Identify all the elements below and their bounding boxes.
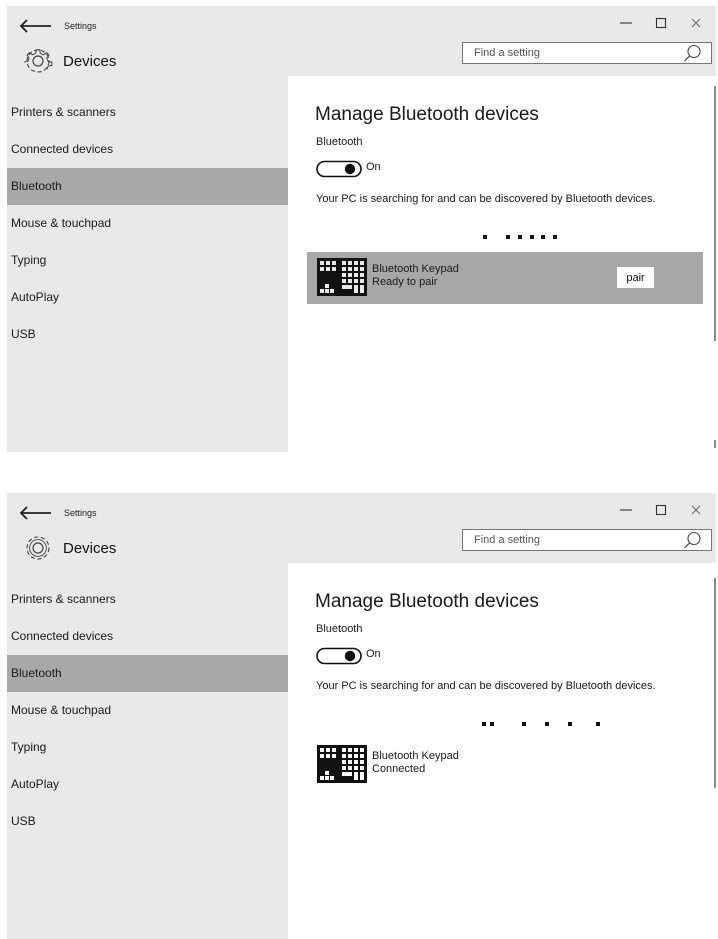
pair-button[interactable]: pair xyxy=(617,267,654,288)
sidebar-item-bluetooth[interactable]: Bluetooth xyxy=(7,655,288,692)
close-button[interactable] xyxy=(682,10,710,36)
window-title: Settings xyxy=(64,21,97,31)
toggle-state-label: On xyxy=(366,648,381,660)
sidebar-item-autoplay[interactable]: AutoPlay xyxy=(7,279,288,316)
sidebar-nav: Printers & scanners Connected devices Bl… xyxy=(7,581,288,840)
sidebar-item-bluetooth[interactable]: Bluetooth xyxy=(7,168,288,205)
close-icon xyxy=(691,18,701,28)
page-title: Manage Bluetooth devices xyxy=(315,591,539,612)
back-button[interactable] xyxy=(13,502,57,524)
sidebar: Settings Devices Printers & scanners Con… xyxy=(7,6,288,452)
sidebar-item-usb[interactable]: USB xyxy=(7,803,288,840)
close-button[interactable] xyxy=(682,497,710,523)
search-icon[interactable] xyxy=(683,44,703,62)
page-title: Manage Bluetooth devices xyxy=(315,104,539,125)
window-controls xyxy=(612,497,710,523)
scrollbar-end xyxy=(714,440,716,448)
device-name: Bluetooth Keypad xyxy=(372,750,459,762)
window-title: Settings xyxy=(64,508,97,518)
discovery-status-text: Your PC is searching for and can be disc… xyxy=(316,680,656,692)
sidebar-item-mouse-touchpad[interactable]: Mouse & touchpad xyxy=(7,205,288,242)
bluetooth-toggle[interactable] xyxy=(316,647,362,665)
sidebar-item-autoplay[interactable]: AutoPlay xyxy=(7,766,288,803)
sidebar-nav: Printers & scanners Connected devices Bl… xyxy=(7,94,288,353)
discovery-status-text: Your PC is searching for and can be disc… xyxy=(316,193,656,205)
search-input[interactable] xyxy=(463,530,686,550)
section-title: Devices xyxy=(63,540,117,557)
sidebar-item-connected-devices[interactable]: Connected devices xyxy=(7,131,288,168)
search-icon[interactable] xyxy=(683,531,703,549)
keypad-icon xyxy=(317,258,367,296)
maximize-icon xyxy=(655,504,667,516)
settings-window-connected: Settings Devices Printers & scanners Con… xyxy=(7,493,716,939)
back-button[interactable] xyxy=(13,15,57,37)
sidebar-item-printers-scanners[interactable]: Printers & scanners xyxy=(7,581,288,618)
device-name: Bluetooth Keypad xyxy=(372,263,459,275)
device-status: Ready to pair xyxy=(372,276,438,288)
sidebar-item-typing[interactable]: Typing xyxy=(7,242,288,279)
minimize-icon xyxy=(620,509,632,511)
close-icon xyxy=(691,505,701,515)
sidebar-item-typing[interactable]: Typing xyxy=(7,729,288,766)
toggle-state-label: On xyxy=(366,161,381,173)
section-title: Devices xyxy=(63,53,117,70)
maximize-icon xyxy=(655,17,667,29)
sidebar-item-connected-devices[interactable]: Connected devices xyxy=(7,618,288,655)
bluetooth-label: Bluetooth xyxy=(316,136,363,148)
device-list-item[interactable]: Bluetooth Keypad Connected xyxy=(307,739,703,791)
back-arrow-icon xyxy=(13,15,57,37)
search-box[interactable] xyxy=(462,529,712,551)
sidebar-item-mouse-touchpad[interactable]: Mouse & touchpad xyxy=(7,692,288,729)
scrollbar[interactable] xyxy=(714,578,716,788)
search-input[interactable] xyxy=(463,43,686,63)
content-pane: Manage Bluetooth devices Bluetooth On Yo… xyxy=(288,563,716,939)
scrollbar[interactable] xyxy=(714,86,716,341)
gear-icon xyxy=(23,46,53,76)
maximize-button[interactable] xyxy=(647,497,675,523)
device-list-item[interactable]: Bluetooth Keypad Ready to pair pair xyxy=(307,252,703,304)
gear-icon xyxy=(23,533,53,563)
window-controls xyxy=(612,10,710,36)
keypad-icon xyxy=(317,745,367,783)
sidebar-item-usb[interactable]: USB xyxy=(7,316,288,353)
content-pane: Manage Bluetooth devices Bluetooth On Yo… xyxy=(288,76,716,452)
bluetooth-label: Bluetooth xyxy=(316,623,363,635)
device-status: Connected xyxy=(372,763,426,775)
search-box[interactable] xyxy=(462,42,712,64)
minimize-button[interactable] xyxy=(612,497,640,523)
maximize-button[interactable] xyxy=(647,10,675,36)
back-arrow-icon xyxy=(13,502,57,524)
sidebar: Settings Devices Printers & scanners Con… xyxy=(7,493,288,939)
minimize-button[interactable] xyxy=(612,10,640,36)
bluetooth-toggle[interactable] xyxy=(316,160,362,178)
minimize-icon xyxy=(620,22,632,24)
sidebar-item-printers-scanners[interactable]: Printers & scanners xyxy=(7,94,288,131)
settings-window-ready-to-pair: Settings Devices Printers & scanners Con… xyxy=(7,6,716,452)
